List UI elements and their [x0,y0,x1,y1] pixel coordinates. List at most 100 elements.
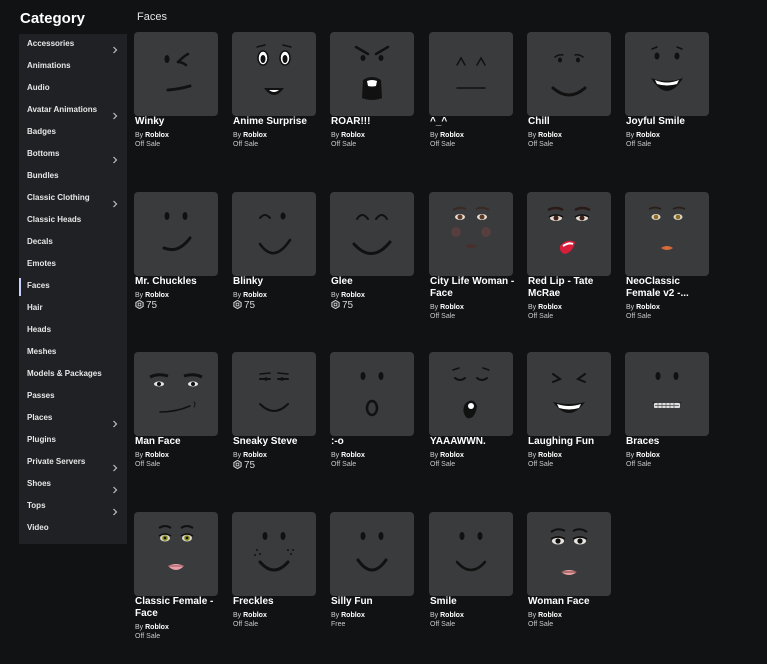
item-thumbnail[interactable] [527,192,611,276]
sidebar-item-avatar-animations[interactable]: Avatar Animations [19,100,127,122]
creator-name[interactable]: Roblox [538,452,562,459]
item-name[interactable]: Glee [331,276,421,288]
item-thumbnail[interactable] [625,32,709,116]
item-thumbnail[interactable] [134,352,218,436]
creator-name[interactable]: Roblox [538,612,562,619]
creator-name[interactable]: Roblox [341,132,365,139]
item-thumbnail[interactable] [232,512,316,596]
sidebar-item-hair[interactable]: Hair [19,298,127,320]
sidebar-item-passes[interactable]: Passes [19,386,127,408]
creator-name[interactable]: Roblox [341,612,365,619]
creator-name[interactable]: Roblox [145,624,169,631]
sidebar-item-animations[interactable]: Animations [19,56,127,78]
creator-name[interactable]: Roblox [538,304,562,311]
sidebar-item-bundles[interactable]: Bundles [19,166,127,188]
sidebar-item-emotes[interactable]: Emotes [19,254,127,276]
chevron-right-icon[interactable] [111,41,119,54]
item-thumbnail[interactable] [625,192,709,276]
item-thumbnail[interactable] [429,192,513,276]
item-thumbnail[interactable] [429,352,513,436]
chevron-right-icon[interactable] [111,503,119,516]
item-thumbnail[interactable] [330,192,414,276]
sidebar-item-accessories[interactable]: Accessories [19,34,127,56]
item-thumbnail[interactable] [625,352,709,436]
item-name[interactable]: Braces [626,436,716,448]
sidebar-item-private-servers[interactable]: Private Servers [19,452,127,474]
item-thumbnail[interactable] [527,352,611,436]
item-name[interactable]: Classic Female - Face [135,596,225,620]
sidebar-item-video[interactable]: Video [19,518,127,540]
creator-name[interactable]: Roblox [145,132,169,139]
item-thumbnail[interactable] [232,32,316,116]
creator-name[interactable]: Roblox [243,452,267,459]
creator-name[interactable]: Roblox [636,452,660,459]
sidebar-item-decals[interactable]: Decals [19,232,127,254]
creator-name[interactable]: Roblox [538,132,562,139]
item-name[interactable]: Mr. Chuckles [135,276,225,288]
item-name[interactable]: Blinky [233,276,323,288]
sidebar-item-classic-heads[interactable]: Classic Heads [19,210,127,232]
creator-name[interactable]: Roblox [341,292,365,299]
item-thumbnail[interactable] [330,32,414,116]
creator-name[interactable]: Roblox [440,132,464,139]
chevron-right-icon[interactable] [111,107,119,120]
item-name[interactable]: Chill [528,116,618,128]
item-name[interactable]: Winky [135,116,225,128]
item-thumbnail[interactable] [527,32,611,116]
creator-name[interactable]: Roblox [341,452,365,459]
item-thumbnail[interactable] [232,352,316,436]
item-name[interactable]: Joyful Smile [626,116,716,128]
sidebar-item-shoes[interactable]: Shoes [19,474,127,496]
item-thumbnail[interactable] [134,32,218,116]
creator-name[interactable]: Roblox [440,304,464,311]
sidebar-item-audio[interactable]: Audio [19,78,127,100]
item-thumbnail[interactable] [232,192,316,276]
creator-name[interactable]: Roblox [636,132,660,139]
creator-name[interactable]: Roblox [243,292,267,299]
item-name[interactable]: YAAAWWN. [430,436,520,448]
chevron-right-icon[interactable] [111,151,119,164]
item-name[interactable]: :-o [331,436,421,448]
item-name[interactable]: ROAR!!! [331,116,421,128]
sidebar-item-plugins[interactable]: Plugins [19,430,127,452]
creator-name[interactable]: Roblox [145,452,169,459]
creator-name[interactable]: Roblox [145,292,169,299]
sidebar-item-badges[interactable]: Badges [19,122,127,144]
item-name[interactable]: NeoClassic Female v2 -... [626,276,716,300]
item-thumbnail[interactable] [429,32,513,116]
item-name[interactable]: Freckles [233,596,323,608]
item-name[interactable]: Sneaky Steve [233,436,323,448]
item-name[interactable]: ^_^ [430,116,520,128]
sidebar-item-meshes[interactable]: Meshes [19,342,127,364]
chevron-right-icon[interactable] [111,415,119,428]
item-name[interactable]: Silly Fun [331,596,421,608]
item-name[interactable]: Anime Surprise [233,116,323,128]
item-name[interactable]: City Life Woman - Face [430,276,520,300]
chevron-right-icon[interactable] [111,459,119,472]
item-name[interactable]: Red Lip - Tate McRae [528,276,618,300]
item-name[interactable]: Laughing Fun [528,436,618,448]
creator-name[interactable]: Roblox [636,304,660,311]
item-name[interactable]: Woman Face [528,596,618,608]
item-thumbnail[interactable] [134,192,218,276]
creator-name[interactable]: Roblox [243,132,267,139]
sidebar-item-heads[interactable]: Heads [19,320,127,342]
sidebar-item-places[interactable]: Places [19,408,127,430]
sidebar-item-models-packages[interactable]: Models & Packages [19,364,127,386]
item-thumbnail[interactable] [330,512,414,596]
chevron-right-icon[interactable] [111,195,119,208]
item-thumbnail[interactable] [134,512,218,596]
sidebar-item-faces[interactable]: Faces [19,276,127,298]
sidebar-item-tops[interactable]: Tops [19,496,127,518]
item-name[interactable]: Smile [430,596,520,608]
chevron-right-icon[interactable] [111,481,119,494]
creator-name[interactable]: Roblox [243,612,267,619]
creator-name[interactable]: Roblox [440,452,464,459]
item-thumbnail[interactable] [429,512,513,596]
item-name[interactable]: Man Face [135,436,225,448]
item-thumbnail[interactable] [330,352,414,436]
sidebar-item-classic-clothing[interactable]: Classic Clothing [19,188,127,210]
sidebar-item-bottoms[interactable]: Bottoms [19,144,127,166]
creator-name[interactable]: Roblox [440,612,464,619]
item-thumbnail[interactable] [527,512,611,596]
